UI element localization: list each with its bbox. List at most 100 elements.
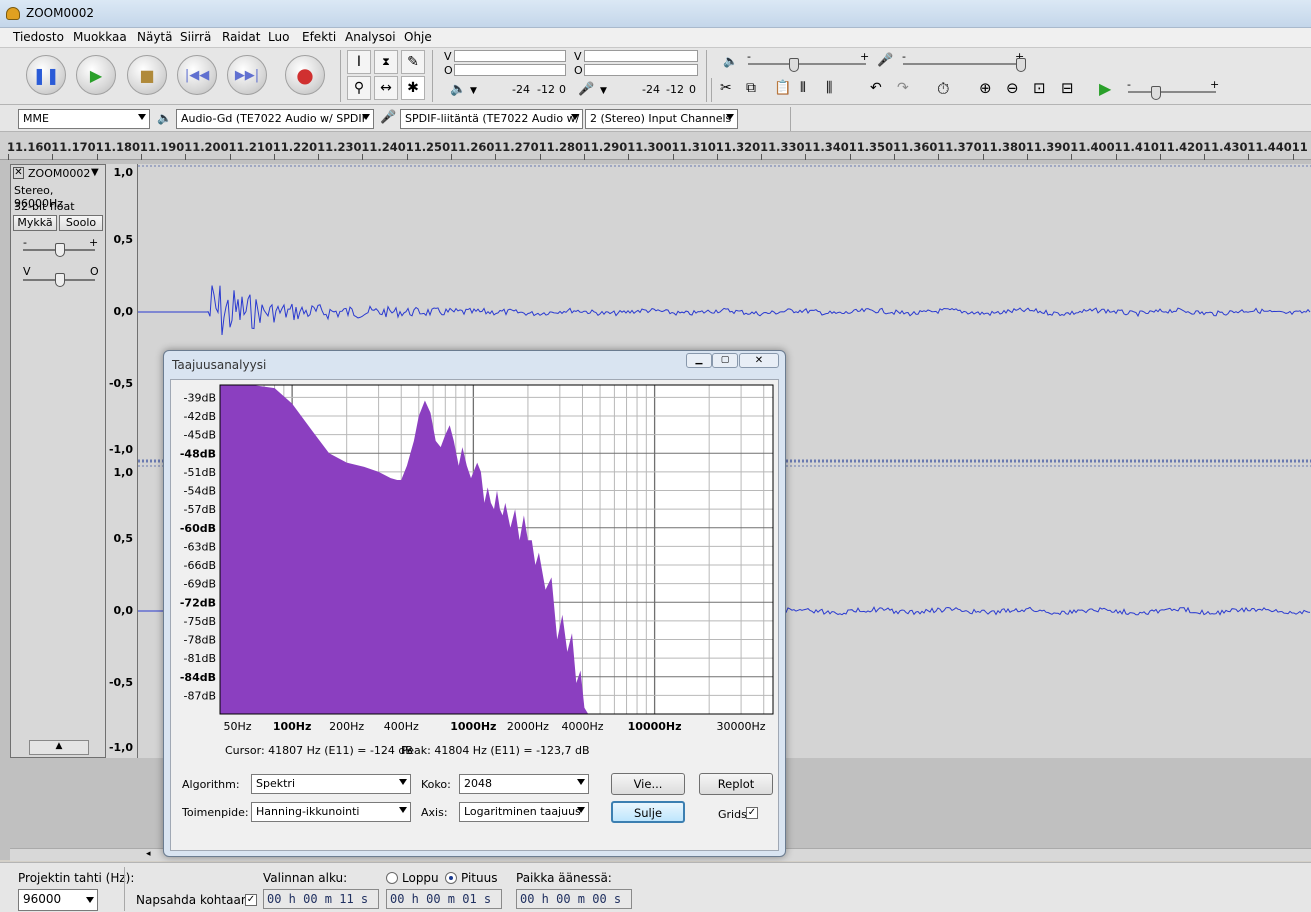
- menu-tiedosto[interactable]: Tiedosto: [13, 30, 64, 44]
- record-button[interactable]: ●: [285, 55, 325, 95]
- maximize-button[interactable]: ▢: [712, 353, 738, 368]
- selection-toolbar: Projektin tahti (Hz): 96000 Napsahda koh…: [0, 862, 1311, 912]
- paste-icon[interactable]: 📋: [774, 80, 791, 96]
- ruler-tick-label: 11.180: [95, 140, 140, 154]
- record-meter-right[interactable]: [584, 64, 698, 76]
- amplitude-label: 0,0: [113, 604, 134, 617]
- project-rate-select[interactable]: 96000: [18, 889, 98, 911]
- audio-host-select[interactable]: MME: [18, 109, 150, 129]
- mute-button[interactable]: Mykkä: [13, 215, 57, 231]
- close-window-button[interactable]: ✕: [739, 353, 779, 368]
- minimize-button[interactable]: ▁: [686, 353, 712, 368]
- gain-max-label: +: [89, 236, 99, 249]
- trim-icon[interactable]: ⫴: [800, 80, 806, 96]
- silence-icon[interactable]: ⫼: [826, 80, 832, 96]
- menu-raidat[interactable]: Raidat: [222, 30, 260, 44]
- collapse-track-icon[interactable]: ▲: [29, 740, 89, 755]
- selection-start-timecode[interactable]: 00 h 00 m 11 s: [263, 889, 379, 909]
- chevron-down-icon: [571, 114, 579, 120]
- record-meter-left[interactable]: [584, 50, 698, 62]
- timeshift-tool[interactable]: ↔: [374, 76, 398, 100]
- menu-luo[interactable]: Luo: [268, 30, 289, 44]
- menu-muokkaa[interactable]: Muokkaa: [73, 30, 127, 44]
- function-select[interactable]: Hanning-ikkunointi: [251, 802, 411, 822]
- playback-speed-slider[interactable]: [1128, 91, 1216, 93]
- slider-thumb[interactable]: [1016, 58, 1026, 72]
- redo-icon[interactable]: ↷: [897, 80, 909, 96]
- menu-ohje[interactable]: Ohje: [404, 30, 432, 44]
- grids-checkbox[interactable]: ✓: [746, 807, 758, 819]
- chevron-down-icon: [399, 807, 407, 813]
- audio-position-timecode[interactable]: 00 h 00 m 00 s: [516, 889, 632, 909]
- ruler-tick-label: 11.190: [139, 140, 185, 154]
- zoom-tool[interactable]: ⚲: [347, 76, 371, 100]
- menu-siirra[interactable]: Siirrä: [180, 30, 211, 44]
- play-button[interactable]: ▶: [76, 55, 116, 95]
- pause-button[interactable]: ❚❚: [26, 55, 66, 95]
- sync-lock-icon[interactable]: ⏱: [937, 79, 949, 99]
- end-radio[interactable]: [386, 872, 398, 884]
- ruler-tick-label: 11.250: [405, 140, 451, 154]
- ruler-tick-label: 11.300: [627, 140, 672, 154]
- slider-thumb[interactable]: [55, 273, 65, 287]
- replot-button[interactable]: Replot: [699, 773, 773, 795]
- timeline-ruler[interactable]: 11.160 11.170 11.180 11.190 11.200 11.210 11.2…: [0, 132, 1311, 160]
- slider-thumb[interactable]: [1151, 86, 1161, 100]
- chevron-down-icon: [577, 779, 585, 785]
- menu-analysoi[interactable]: Analysoi: [345, 30, 396, 44]
- output-device-value: Audio-Gd (TE7022 Audio w/ SPDIF: [181, 112, 368, 125]
- close-button[interactable]: Sulje: [611, 801, 685, 823]
- multi-tool[interactable]: ✱: [401, 76, 425, 100]
- zoom-out-icon[interactable]: ⊖: [1006, 79, 1019, 97]
- ruler-tick-label: 11.230: [317, 140, 362, 154]
- length-label: Pituus: [461, 871, 498, 885]
- undo-icon[interactable]: ↶: [870, 80, 882, 96]
- stop-button[interactable]: ■: [127, 55, 167, 95]
- length-radio[interactable]: [445, 872, 457, 884]
- input-channels-select[interactable]: 2 (Stereo) Input Channels: [585, 109, 738, 129]
- solo-button[interactable]: Soolo: [59, 215, 103, 231]
- selection-start-label: Valinnan alku:: [263, 871, 348, 885]
- axis-select[interactable]: Logaritminen taajuus: [459, 802, 589, 822]
- selection-length-timecode[interactable]: 00 h 00 m 01 s: [386, 889, 502, 909]
- scroll-left-icon[interactable]: ◂: [146, 849, 151, 859]
- spectrum-plot[interactable]: -39dB -42dB -45dB -48dB -51dB -54dB -57dB -60dB…: [171, 380, 780, 750]
- playback-meter-left[interactable]: [454, 50, 566, 62]
- fit-selection-icon[interactable]: ⊡: [1033, 79, 1046, 97]
- size-select[interactable]: 2048: [459, 774, 589, 794]
- menu-nayta[interactable]: Näytä: [137, 30, 173, 44]
- algorithm-select[interactable]: Spektri: [251, 774, 411, 794]
- y-tick-label: -60dB: [180, 522, 216, 535]
- zoom-in-icon[interactable]: ⊕: [979, 79, 992, 97]
- pause-icon: ❚❚: [32, 65, 60, 85]
- algorithm-label: Algorithm:: [182, 778, 240, 791]
- input-volume-slider[interactable]: [903, 63, 1023, 65]
- snap-to-checkbox[interactable]: ✓: [245, 894, 257, 906]
- draw-tool[interactable]: ✎: [401, 50, 425, 74]
- output-volume-slider[interactable]: [748, 63, 866, 65]
- export-button[interactable]: Vie...: [611, 773, 685, 795]
- play-at-speed-icon[interactable]: ▶: [1099, 79, 1111, 98]
- playback-meter-right[interactable]: [454, 64, 566, 76]
- track-name[interactable]: ZOOM0002: [28, 167, 90, 180]
- speaker-icon: 🔈: [157, 111, 172, 125]
- menu-efekti[interactable]: Efekti: [302, 30, 336, 44]
- selection-tool[interactable]: I: [347, 50, 371, 74]
- input-channels-value: 2 (Stereo) Input Channels: [590, 112, 732, 125]
- slider-thumb[interactable]: [789, 58, 799, 72]
- envelope-tool[interactable]: ⧗: [374, 50, 398, 74]
- skip-start-button[interactable]: |◀◀: [177, 55, 217, 95]
- close-track-icon[interactable]: ✕: [13, 167, 24, 179]
- meter-menu-icon[interactable]: ▼: [470, 86, 477, 96]
- separator: [711, 78, 712, 102]
- input-device-select[interactable]: SPDIF-liitäntä (TE7022 Audio w/: [400, 109, 583, 129]
- skip-end-button[interactable]: ▶▶|: [227, 55, 267, 95]
- fit-project-icon[interactable]: ⊟: [1061, 79, 1074, 97]
- slider-thumb[interactable]: [55, 243, 65, 257]
- copy-icon[interactable]: ⧉: [746, 80, 756, 96]
- output-device-select[interactable]: Audio-Gd (TE7022 Audio w/ SPDIF: [176, 109, 374, 129]
- cut-icon[interactable]: ✂: [720, 80, 732, 96]
- track-menu-icon[interactable]: ▼: [91, 167, 99, 178]
- y-tick-label: -63dB: [184, 540, 217, 553]
- meter-menu-icon[interactable]: ▼: [600, 86, 607, 96]
